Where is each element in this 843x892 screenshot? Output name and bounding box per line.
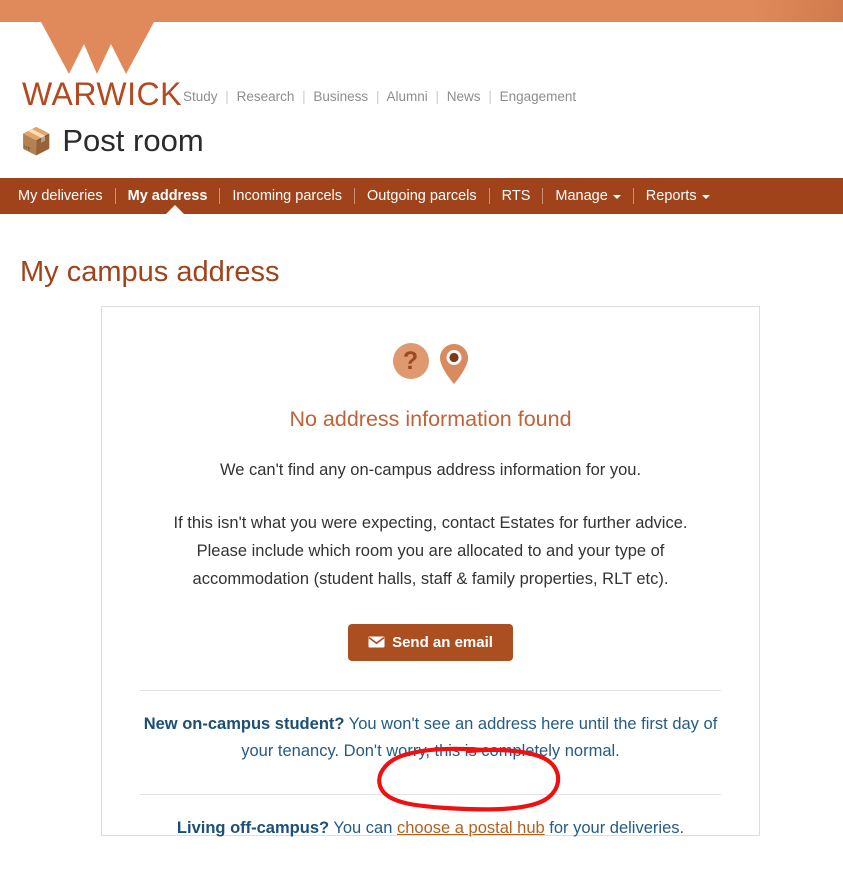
nav-item-outgoing-parcels[interactable]: Outgoing parcels (355, 188, 489, 204)
brand-top-banner (0, 0, 843, 22)
note-new-student: New on-campus student? You won't see an … (102, 691, 759, 765)
nav-item-incoming-parcels[interactable]: Incoming parcels (220, 188, 354, 204)
main-navigation-bar: My deliveries My address Incoming parcel… (0, 178, 843, 214)
university-nav-links: Study | Research | Business | Alumni | N… (183, 89, 576, 104)
address-info-card: ? No address information found We can't … (101, 306, 760, 837)
note-off-campus-text: You can (329, 819, 397, 838)
map-pin-icon (439, 344, 468, 384)
uni-link-news[interactable]: News (447, 89, 481, 104)
uni-link-separator: | (225, 89, 229, 104)
card-lead-text: We can't find any on-campus address info… (219, 460, 642, 479)
nav-item-reports[interactable]: Reports (634, 188, 722, 204)
note-off-campus: Living off-campus? You can choose a post… (102, 795, 759, 842)
card-title: No address information found (289, 407, 572, 431)
chevron-down-icon (612, 195, 621, 199)
uni-link-engagement[interactable]: Engagement (500, 89, 577, 104)
uni-link-research[interactable]: Research (237, 89, 295, 104)
note-off-campus-lead: Living off-campus? (176, 819, 330, 838)
uni-link-separator: | (435, 89, 440, 104)
send-an-email-label: Send an email (392, 633, 493, 651)
app-title-text: Post room (62, 123, 204, 158)
nav-item-rts[interactable]: RTS (490, 188, 543, 204)
card-icon-row: ? (140, 343, 721, 385)
nav-item-my-deliveries[interactable]: My deliveries (18, 188, 115, 204)
uni-link-separator: | (488, 89, 492, 104)
nav-item-manage[interactable]: Manage (543, 188, 632, 204)
nav-item-reports-label: Reports (645, 188, 697, 204)
nav-item-my-address[interactable]: My address (116, 188, 220, 204)
chevron-down-icon (701, 195, 710, 199)
warwick-wordmark: WARWICK (22, 76, 182, 112)
send-an-email-button[interactable]: Send an email (348, 623, 513, 661)
uni-link-separator: | (375, 89, 380, 104)
note-off-campus-tail: for your deliveries. (544, 819, 685, 838)
package-box-icon: 📦 (20, 125, 53, 156)
banner-sheen-decoration (673, 0, 843, 22)
question-mark-icon: ? (392, 343, 429, 379)
envelope-icon (368, 636, 385, 648)
page-title: My campus address (20, 256, 280, 289)
uni-link-alumni[interactable]: Alumni (386, 89, 427, 104)
note-new-student-lead: New on-campus student? (143, 714, 345, 733)
app-title: 📦 Post room (20, 125, 204, 156)
uni-link-business[interactable]: Business (313, 89, 368, 104)
uni-link-separator: | (302, 89, 306, 104)
choose-a-postal-hub-link[interactable]: choose a postal hub (397, 819, 545, 837)
nav-item-manage-label: Manage (555, 188, 608, 204)
warwick-w-logo-icon (41, 22, 154, 74)
active-tab-indicator (166, 205, 184, 214)
card-paragraph: If this isn't what you were expecting, c… (173, 513, 688, 589)
uni-link-study[interactable]: Study (183, 89, 218, 104)
